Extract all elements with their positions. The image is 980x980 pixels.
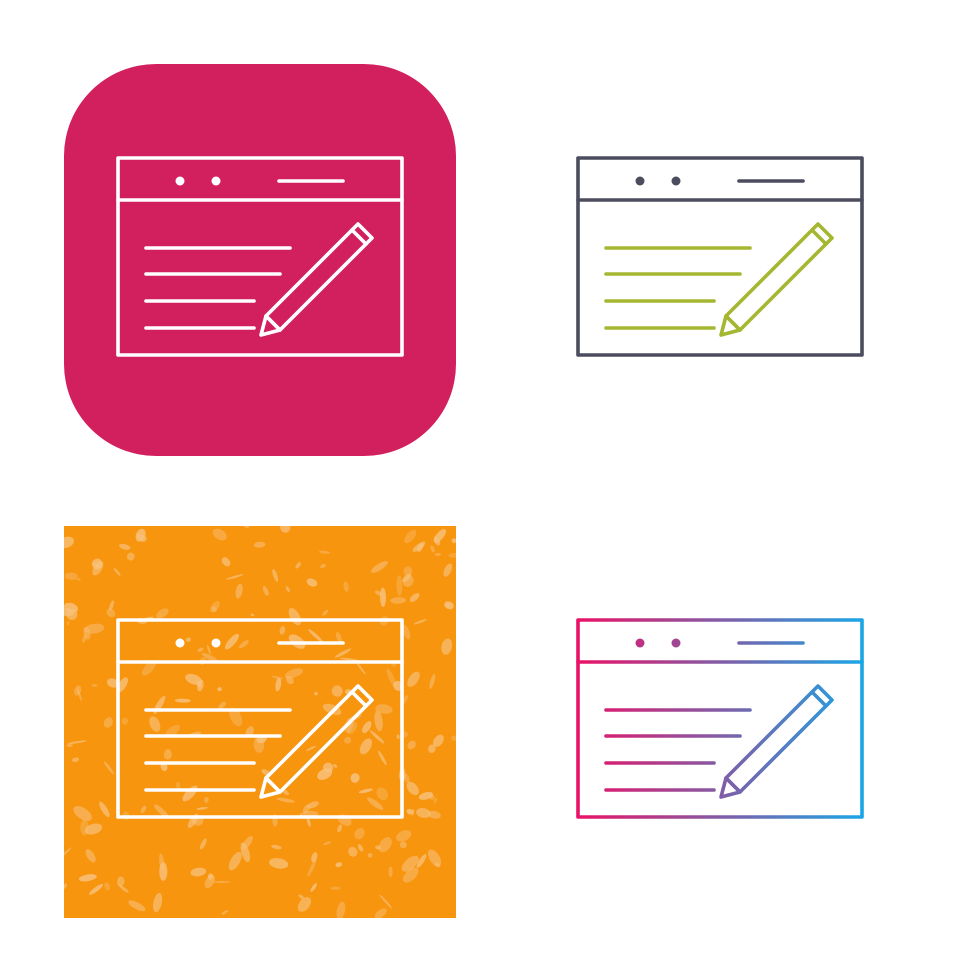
- web-page-edit-icon: [64, 64, 456, 456]
- variant-rounded-square: [64, 64, 456, 456]
- variant-grunge-square: [64, 526, 456, 918]
- variant-two-tone-line: [524, 64, 916, 456]
- window-dot-icon: [175, 176, 185, 186]
- pencil-icon: [719, 222, 834, 337]
- rounded-square-background: [64, 64, 456, 456]
- web-page-edit-icon: [576, 156, 864, 357]
- variant-gradient-line: [524, 526, 916, 918]
- window-dot-icon: [635, 638, 645, 648]
- window-dot-icon: [671, 176, 681, 186]
- pencil-icon: [719, 684, 834, 799]
- window-dot-icon: [671, 638, 681, 648]
- window-dot-icon: [211, 176, 221, 186]
- window-dot-icon: [175, 638, 185, 648]
- grunge-speck: [159, 862, 168, 881]
- window-dot-icon: [635, 176, 645, 186]
- web-page-edit-icon: [64, 526, 456, 918]
- window-dot-icon: [211, 638, 221, 648]
- browser-window-frame: [576, 156, 864, 357]
- icon-set-canvas: [0, 0, 980, 980]
- web-page-edit-icon: [576, 618, 864, 819]
- browser-window-frame: [576, 618, 864, 819]
